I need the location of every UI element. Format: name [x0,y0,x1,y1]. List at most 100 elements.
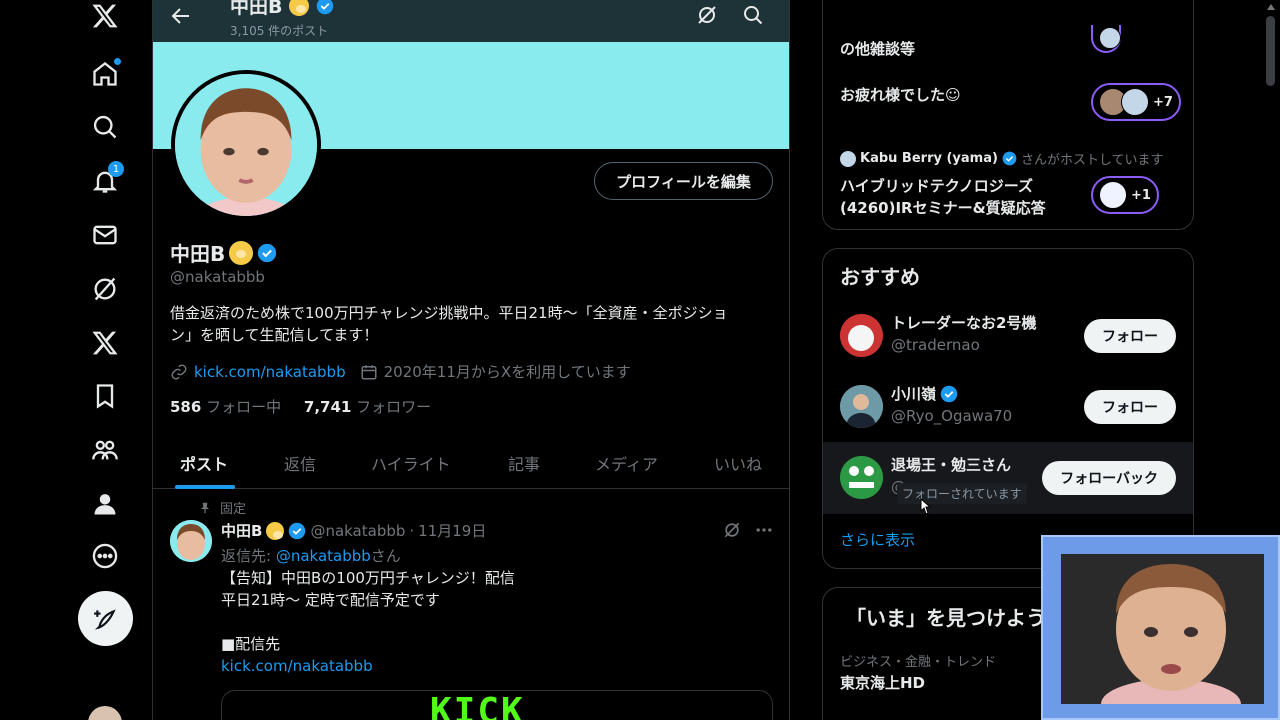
follow-button[interactable]: フォロー [1084,390,1176,424]
post-media[interactable]: KICK [221,690,773,720]
reply-prefix: 返信先: [221,547,276,565]
scroll-up-arrow-icon[interactable] [1267,4,1275,10]
tab-highlights[interactable]: ハイライト [371,436,451,489]
header-post-count: 3,105 件のポスト [230,24,329,38]
profile-name-text: 中田B [170,242,226,266]
show-more-link[interactable]: さらに表示 [840,529,915,550]
post-date[interactable]: 11月19日 [418,520,486,541]
recommend-handle: @Ryo_Ogawa70 [891,407,1013,425]
baby-emoji-icon [289,0,310,16]
reply-handle[interactable]: @nakatabbb [276,547,371,565]
tab-posts[interactable]: ポスト [180,436,228,489]
followers-link[interactable]: 7,741 フォロワー [304,398,431,416]
spaces-card: の他雑談等 お疲れ様でした☺ +7 Kabu Berry (yama) さんがホ… [822,0,1194,230]
back-arrow-icon[interactable] [169,4,193,28]
recommend-avatar[interactable] [840,456,883,499]
profile-column: 中田B 3,105 件のポスト プロフィールを編集 中田B @nakatabbb… [153,0,790,720]
reply-to: 返信先: @nakatabbbさん [221,545,401,566]
space-title[interactable]: ハイブリッドテクノロジーズ (4260)IRセミナー&質疑応答 [840,175,1046,219]
grok-icon[interactable] [722,520,742,540]
pin-icon [200,502,210,513]
space-host: Kabu Berry (yama) さんがホストしています [840,149,1164,168]
tab-replies[interactable]: 返信 [284,436,316,489]
space-title-line: (4260)IRセミナー&質疑応答 [840,199,1046,217]
following-count: 586 [170,398,202,416]
compose-post-button[interactable] [78,591,133,646]
verified-badge-icon [316,0,333,15]
search-icon[interactable] [741,3,765,27]
recommend-card: おすすめ トレーダーなお2号機 @tradernao フォロー 小川嶺 @Ryo… [822,248,1194,569]
trends-title: 「いま」を見つけよう [846,606,1046,630]
follows-you-badge: フォローされています [897,483,1027,504]
premium-x-icon[interactable] [89,327,121,359]
space-listeners-pill[interactable]: +7 [1091,83,1181,121]
tab-media[interactable]: メディア [595,436,658,489]
follow-button[interactable]: フォロー [1084,319,1176,353]
post-header: 中田B @nakatabbb · 11月19日 [221,520,486,541]
recommend-name-text: 小川嶺 [891,385,937,403]
post-actions [722,520,774,540]
space-title-line: ハイブリッドテクノロジーズ [840,177,1034,195]
host-name[interactable]: Kabu Berry (yama) [860,151,998,166]
recommend-avatar[interactable] [840,314,883,357]
messages-icon[interactable] [89,219,121,251]
space-listeners-pill[interactable] [1091,25,1121,53]
bookmark-icon[interactable] [89,380,121,412]
communities-icon[interactable] [89,434,121,466]
follow-back-button[interactable]: フォローバック [1042,461,1176,495]
link-icon [171,364,187,379]
trend-category: ビジネス・金融・トレンド [840,655,997,670]
bio-line: ン」を晒して生配信してます！ [170,326,379,344]
more-icon[interactable] [89,540,121,572]
recommend-title: おすすめ [840,265,920,289]
profile-handle: @nakatabbb [170,268,265,286]
search-icon[interactable] [89,111,121,143]
followers-count: 7,741 [303,398,352,416]
verified-badge-icon [258,243,277,262]
tab-likes[interactable]: いいね [714,436,762,489]
post-avatar[interactable] [170,520,212,562]
webcam-video [1061,554,1264,704]
recommend-avatar[interactable] [840,385,883,428]
profile-tabs: ポスト 返信 ハイライト 記事 メディア いいね [153,436,789,489]
verified-badge-icon [1002,151,1017,166]
trend-name[interactable]: 東京海上HD [840,672,925,693]
recommend-name[interactable]: トレーダーなお2号機 [891,312,1036,333]
post-line: 平日21時〜 定時で配信予定です [221,591,440,609]
profile-meta: kick.com/nakatabbb 2020年11月からXを利用しています [170,361,631,382]
joined-date: 2020年11月からXを利用しています [383,363,631,381]
profile-avatar[interactable] [171,70,321,220]
profile-link[interactable]: kick.com/nakatabbb [194,363,346,381]
grok-icon[interactable] [89,273,121,305]
scrollbar-thumb[interactable] [1266,16,1275,86]
profile-icon[interactable] [89,488,121,520]
pinned-post[interactable]: 固定 中田B @nakatabbb · 11月19日 返信先: @nakatab… [153,490,789,720]
account-avatar[interactable] [88,706,122,720]
post-handle[interactable]: @nakatabbb [310,522,405,540]
calendar-icon [361,364,377,379]
recommend-item[interactable]: トレーダーなお2号機 @tradernao フォロー [823,300,1193,372]
feather-plus-icon [93,608,116,630]
space-title[interactable]: お疲れ様でした☺ [840,84,961,106]
post-text: 【告知】中田Bの100万円チャレンジ！配信 平日21時〜 定時で配信予定です ■… [221,567,761,677]
post-author[interactable]: 中田B [221,520,262,541]
post-link[interactable]: kick.com/nakatabbb [221,655,761,677]
recommend-item[interactable]: 退場王・勉三さん @ フォローされています フォローバック [823,442,1193,514]
more-options-icon[interactable] [754,520,774,540]
profile-name: 中田B [170,238,277,267]
pinned-text: 固定 [220,502,247,517]
space-title[interactable]: の他雑談等 [840,38,915,60]
recommend-item[interactable]: 小川嶺 @Ryo_Ogawa70 フォロー [823,371,1193,443]
recommend-name[interactable]: 退場王・勉三さん [891,454,1011,475]
verified-badge-icon [289,522,306,539]
grok-icon[interactable] [695,3,719,27]
notifications-icon[interactable]: 1 [89,161,124,197]
tab-articles[interactable]: 記事 [508,436,540,489]
x-logo-icon[interactable] [89,0,121,32]
listener-count: +1 [1131,187,1151,203]
home-icon[interactable] [89,58,121,90]
edit-profile-button[interactable]: プロフィールを編集 [594,162,773,200]
following-link[interactable]: 586 フォロー中 [170,398,281,416]
space-listeners-pill[interactable]: +1 [1091,176,1159,214]
recommend-name[interactable]: 小川嶺 [891,383,958,404]
